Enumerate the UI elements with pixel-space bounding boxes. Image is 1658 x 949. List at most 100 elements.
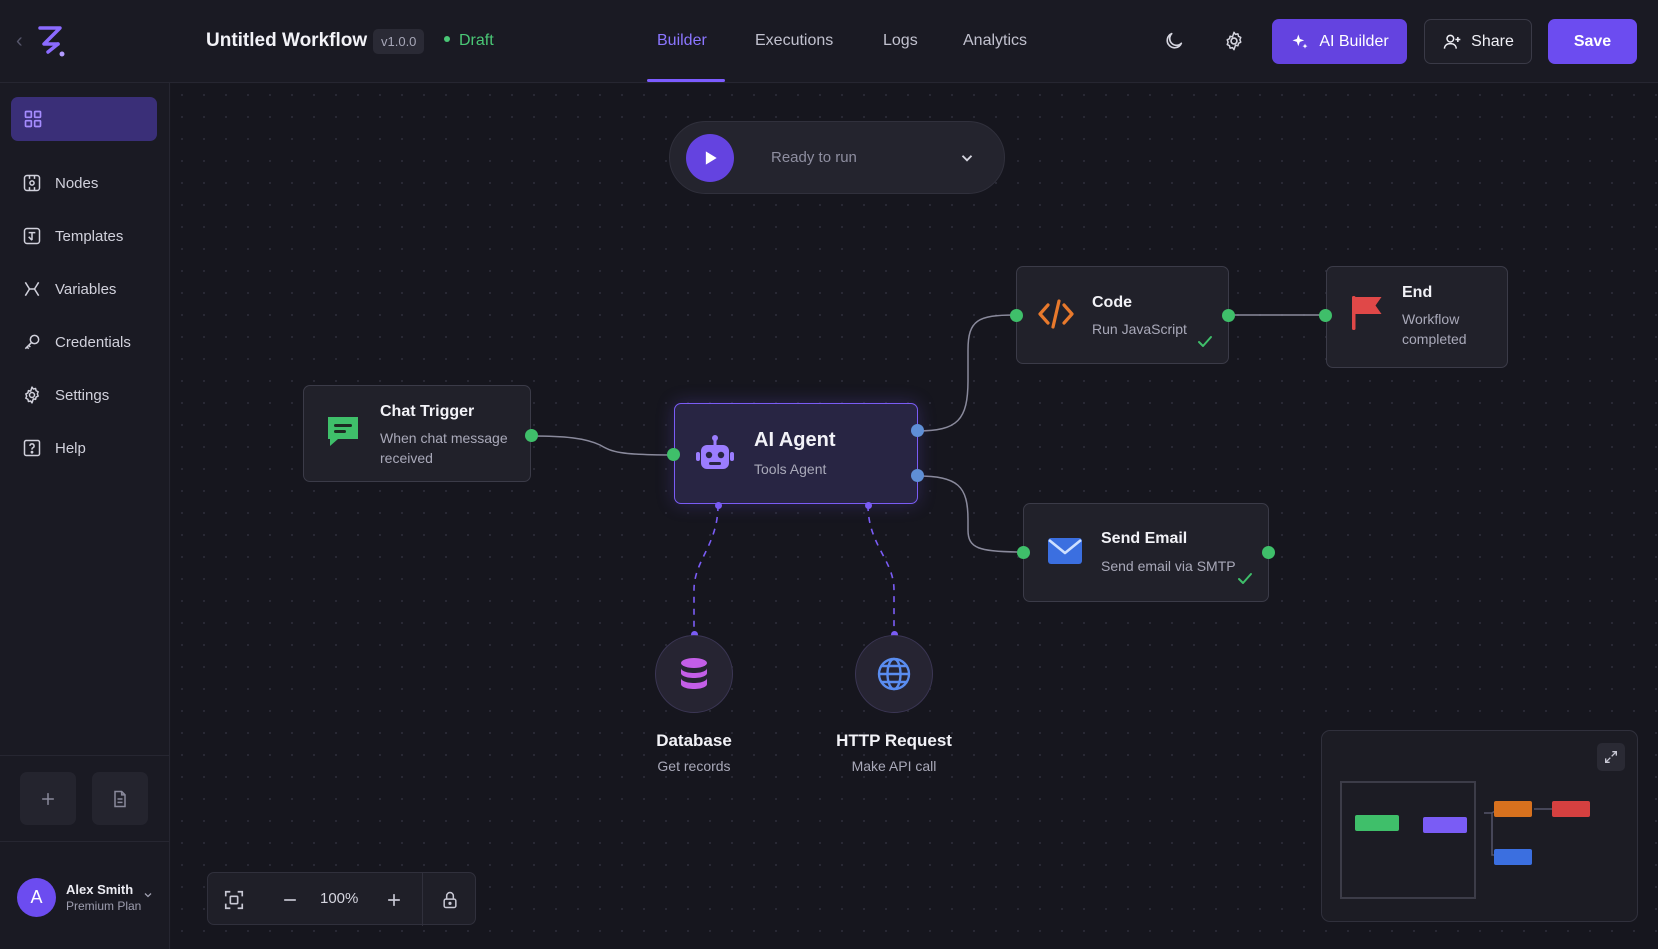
chat-trigger-node[interactable]: Chat Trigger When chat message received — [303, 385, 531, 482]
flag-icon — [1352, 296, 1382, 330]
check-icon — [1198, 336, 1212, 347]
check-icon — [1238, 573, 1252, 584]
tab-analytics[interactable]: Analytics — [963, 32, 1027, 50]
settings-button[interactable] — [1219, 26, 1249, 56]
node-title: AI Agent — [754, 429, 836, 451]
app-logo-icon[interactable] — [34, 22, 68, 60]
minimap-node-chat-trigger — [1355, 815, 1399, 831]
sidebar-item-credentials[interactable]: Credentials — [22, 330, 131, 354]
database-node[interactable] — [655, 635, 733, 713]
status-badge: Draft — [444, 32, 494, 50]
sidebar-item-nodes[interactable]: Nodes — [22, 171, 98, 195]
share-button[interactable]: Share — [1424, 19, 1532, 64]
tab-builder[interactable]: Builder — [657, 32, 707, 50]
code-input-port[interactable] — [1010, 309, 1023, 322]
save-button[interactable]: Save — [1548, 19, 1637, 64]
sidebar-item-label: Templates — [55, 227, 124, 245]
node-subtitle: received — [380, 450, 433, 466]
sidebar-item-dashboard[interactable] — [11, 97, 157, 141]
node-title: Code — [1092, 294, 1132, 311]
run-button[interactable] — [686, 134, 734, 182]
http-request-node[interactable] — [855, 635, 933, 713]
sidebar-item-label: Nodes — [55, 174, 99, 192]
run-bar[interactable]: Ready to run — [669, 121, 1005, 194]
node-title: Database — [656, 731, 732, 750]
globe-icon — [877, 657, 911, 691]
node-subtitle: Get records — [657, 758, 731, 774]
sidebar-item-variables[interactable]: Variables — [22, 277, 116, 301]
chevron-down-icon[interactable] — [142, 889, 154, 901]
node-title: HTTP Request — [836, 731, 952, 750]
gear-icon — [1226, 31, 1242, 51]
chat-icon — [328, 417, 358, 446]
node-subtitle: Send email via SMTP — [1101, 558, 1236, 574]
envelope-icon — [1048, 538, 1082, 564]
sparkle-icon — [1292, 34, 1308, 49]
node-title: Chat Trigger — [380, 403, 475, 420]
send-email-input-port[interactable] — [1017, 546, 1030, 559]
status-dot-icon — [444, 35, 450, 42]
send-email-output-port[interactable] — [1262, 546, 1275, 559]
chevron-down-icon[interactable] — [958, 149, 976, 167]
node-subtitle: When chat message — [380, 430, 508, 446]
sidebar-item-label: Variables — [55, 280, 117, 298]
sidebar-item-help[interactable]: Help — [22, 436, 86, 460]
avatar[interactable]: A — [17, 878, 56, 917]
plus-icon — [388, 893, 400, 906]
node-subtitle: Make API call — [851, 758, 937, 774]
ai-agent-tool-port[interactable] — [715, 502, 722, 509]
theme-toggle-button[interactable] — [1159, 26, 1189, 56]
node-title: End — [1402, 284, 1433, 301]
ai-agent-tool-port[interactable] — [865, 502, 872, 509]
fit-view-button[interactable] — [208, 873, 260, 926]
left-sidebar: Nodes Templates Variables Credentials Se… — [0, 83, 170, 949]
ai-agent-output-port-bottom[interactable] — [911, 469, 924, 482]
document-icon — [114, 790, 126, 807]
minus-icon — [284, 898, 296, 901]
add-workflow-button[interactable] — [20, 772, 76, 825]
ai-agent-node[interactable]: AI Agent Tools Agent — [674, 403, 918, 504]
back-chevron-icon[interactable]: ‹ — [16, 30, 23, 53]
gear-icon — [25, 386, 39, 404]
ai-agent-output-port-top[interactable] — [911, 424, 924, 437]
top-header: ‹ Untitled Workflow v1.0.0 Draft Builder… — [0, 0, 1658, 83]
tab-executions[interactable]: Executions — [755, 32, 833, 50]
zoom-out-button[interactable] — [264, 873, 316, 926]
plus-icon — [42, 792, 54, 805]
minimap-node-code — [1494, 801, 1532, 817]
chat-trigger-output-port[interactable] — [525, 429, 538, 442]
send-email-node[interactable]: Send Email Send email via SMTP — [1023, 503, 1269, 602]
active-tab-indicator — [647, 79, 725, 82]
end-node[interactable]: End Workflow completed — [1326, 266, 1508, 368]
node-title: Send Email — [1101, 530, 1188, 547]
code-output-port[interactable] — [1222, 309, 1235, 322]
grid-icon — [24, 110, 42, 128]
document-button[interactable] — [92, 772, 148, 825]
sidebar-item-label: Settings — [55, 386, 110, 404]
nodes-icon — [23, 174, 41, 192]
zoom-in-button[interactable] — [370, 873, 418, 926]
play-icon — [705, 151, 717, 165]
ai-builder-button[interactable]: AI Builder — [1272, 19, 1407, 64]
sidebar-item-templates[interactable]: Templates — [22, 224, 123, 248]
code-node[interactable]: Code Run JavaScript — [1016, 266, 1229, 364]
workflow-title[interactable]: Untitled Workflow — [206, 30, 367, 52]
lock-icon — [443, 891, 457, 908]
user-name: Alex Smith — [66, 882, 134, 897]
end-input-port[interactable] — [1319, 309, 1332, 322]
sidebar-divider — [0, 755, 170, 756]
lock-canvas-button[interactable] — [423, 873, 477, 926]
sidebar-item-label: Credentials — [55, 333, 131, 351]
version-badge: v1.0.0 — [373, 29, 425, 54]
variables-icon — [24, 281, 40, 297]
minimap[interactable] — [1321, 730, 1638, 922]
sidebar-item-settings[interactable]: Settings — [22, 383, 109, 407]
code-icon — [1038, 299, 1074, 329]
minimap-node-end — [1552, 801, 1590, 817]
share-label: Share — [1471, 32, 1514, 50]
user-add-icon — [1443, 34, 1461, 49]
ai-builder-label: AI Builder — [1319, 32, 1389, 50]
tab-logs[interactable]: Logs — [883, 32, 918, 50]
user-plan: Premium Plan — [66, 899, 142, 913]
ai-agent-input-port[interactable] — [667, 448, 680, 461]
